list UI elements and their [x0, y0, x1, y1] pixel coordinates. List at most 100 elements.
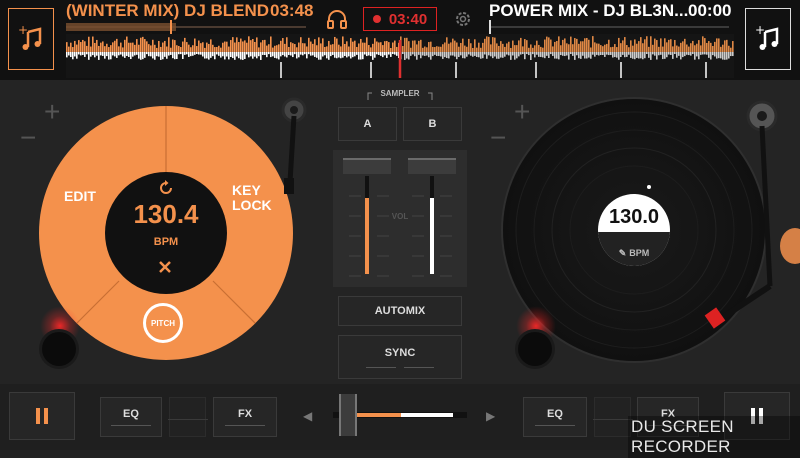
waveform-bar	[550, 52, 552, 55]
gear-icon[interactable]	[453, 9, 473, 34]
waveform-bar	[630, 52, 632, 58]
key-lock-button[interactable]: KEY LOCK	[232, 183, 272, 213]
waveform-bar	[390, 52, 392, 57]
track-waveform[interactable]	[66, 34, 734, 78]
waveform-bar	[726, 39, 728, 52]
waveform-bar	[574, 52, 576, 60]
waveform-bar	[272, 47, 274, 52]
waveform-bar	[402, 45, 404, 52]
waveform-bar	[226, 52, 228, 57]
sampler-a-button[interactable]: A	[338, 107, 397, 141]
waveform-bar	[582, 41, 584, 52]
left-eq-label: EQ	[123, 408, 139, 420]
waveform-bar	[184, 37, 186, 52]
right-volume-handle[interactable]	[408, 158, 456, 174]
left-eq-button[interactable]: EQ	[100, 397, 162, 437]
waveform-bar	[116, 52, 118, 58]
waveform-bar	[722, 52, 724, 60]
left-fx-indicator	[225, 425, 265, 426]
waveform-bar	[148, 44, 150, 52]
waveform-bar	[138, 44, 140, 52]
waveform-bar	[74, 52, 76, 57]
waveform-bar	[190, 52, 192, 57]
waveform-bar	[340, 52, 342, 59]
waveform-bar	[616, 47, 618, 52]
left-play-pause-button[interactable]	[9, 392, 75, 440]
waveform-bar	[470, 52, 472, 56]
add-track-left-button[interactable]: +	[8, 8, 54, 70]
waveform-bar	[606, 52, 608, 55]
waveform-bar	[364, 52, 366, 55]
waveform-bar	[150, 52, 152, 57]
waveform-bar	[624, 37, 626, 52]
waveform-bar	[102, 52, 104, 56]
waveform-bar	[154, 52, 156, 60]
crossfader-right-arrow-icon[interactable]: ▶	[486, 409, 495, 423]
add-track-right-button[interactable]: +	[745, 8, 791, 70]
waveform-bar	[288, 46, 290, 52]
waveform-bar	[224, 41, 226, 52]
edit-button[interactable]: EDIT	[64, 188, 96, 204]
waveform-bar	[510, 47, 512, 52]
waveform-bar	[418, 52, 420, 55]
left-volume-handle[interactable]	[343, 158, 391, 174]
waveform-bar	[680, 42, 682, 52]
right-volume-track[interactable]	[430, 176, 434, 274]
waveform-bar	[548, 37, 550, 52]
waveform-bar	[128, 52, 130, 57]
waveform-bar	[716, 52, 718, 59]
waveform-bar	[630, 40, 632, 52]
right-eq-button[interactable]: EQ	[523, 397, 587, 437]
waveform-bar	[184, 52, 186, 55]
waveform-bar	[160, 52, 162, 60]
left-loop-button[interactable]	[167, 397, 208, 437]
waveform-bar	[708, 41, 710, 52]
crossfader-handle[interactable]	[338, 394, 357, 436]
waveform-bar	[732, 41, 734, 52]
waveform-bar	[404, 52, 406, 60]
waveform-bar	[712, 52, 714, 56]
waveform-bar	[706, 42, 708, 52]
automix-button[interactable]: AUTOMIX	[338, 296, 462, 326]
waveform-bar	[700, 52, 702, 55]
right-pitch-knob[interactable]	[518, 332, 552, 366]
left-pitch-minus[interactable]: −	[20, 124, 36, 152]
waveform-bar	[168, 52, 170, 56]
waveform-bar	[478, 52, 480, 58]
waveform-bar	[478, 42, 480, 52]
waveform-bar	[666, 52, 668, 58]
waveform-bar	[392, 42, 394, 52]
left-track-overview[interactable]	[66, 20, 306, 34]
waveform-bar	[280, 40, 282, 52]
waveform-bar	[690, 52, 692, 56]
waveform-bar	[646, 36, 648, 52]
right-loop-button[interactable]	[592, 397, 633, 437]
crossfader-left-arrow-icon[interactable]: ◀	[303, 409, 312, 423]
waveform-bar	[724, 52, 726, 60]
waveform-bar	[116, 38, 118, 52]
waveform-bar	[282, 52, 284, 56]
sync-button[interactable]: SYNC	[338, 335, 462, 379]
left-pitch-knob[interactable]	[42, 332, 76, 366]
waveform-bar	[96, 39, 98, 52]
waveform-bar	[350, 38, 352, 52]
waveform-bar	[318, 37, 320, 52]
close-icon[interactable]	[158, 260, 172, 279]
record-button[interactable]: 03:40	[363, 7, 437, 31]
left-fx-button[interactable]: FX	[213, 397, 277, 437]
left-volume-track[interactable]	[365, 176, 369, 274]
right-track-overview[interactable]	[489, 20, 729, 34]
pitch-button[interactable]: PITCH	[143, 303, 183, 343]
headphones-icon[interactable]	[326, 8, 348, 35]
right-loop-indicator	[592, 419, 633, 420]
waveform-bar	[324, 52, 326, 56]
right-bpm-edit[interactable]: ✎ BPM	[598, 248, 670, 259]
sampler-b-button[interactable]: B	[403, 107, 462, 141]
waveform-bar	[508, 41, 510, 52]
waveform-bar	[370, 47, 372, 52]
sync-loop-icon[interactable]	[158, 180, 174, 201]
waveform-bar	[616, 52, 618, 58]
waveform-bar	[702, 36, 704, 52]
pause-icon	[36, 408, 48, 424]
waveform-bar	[566, 43, 568, 52]
